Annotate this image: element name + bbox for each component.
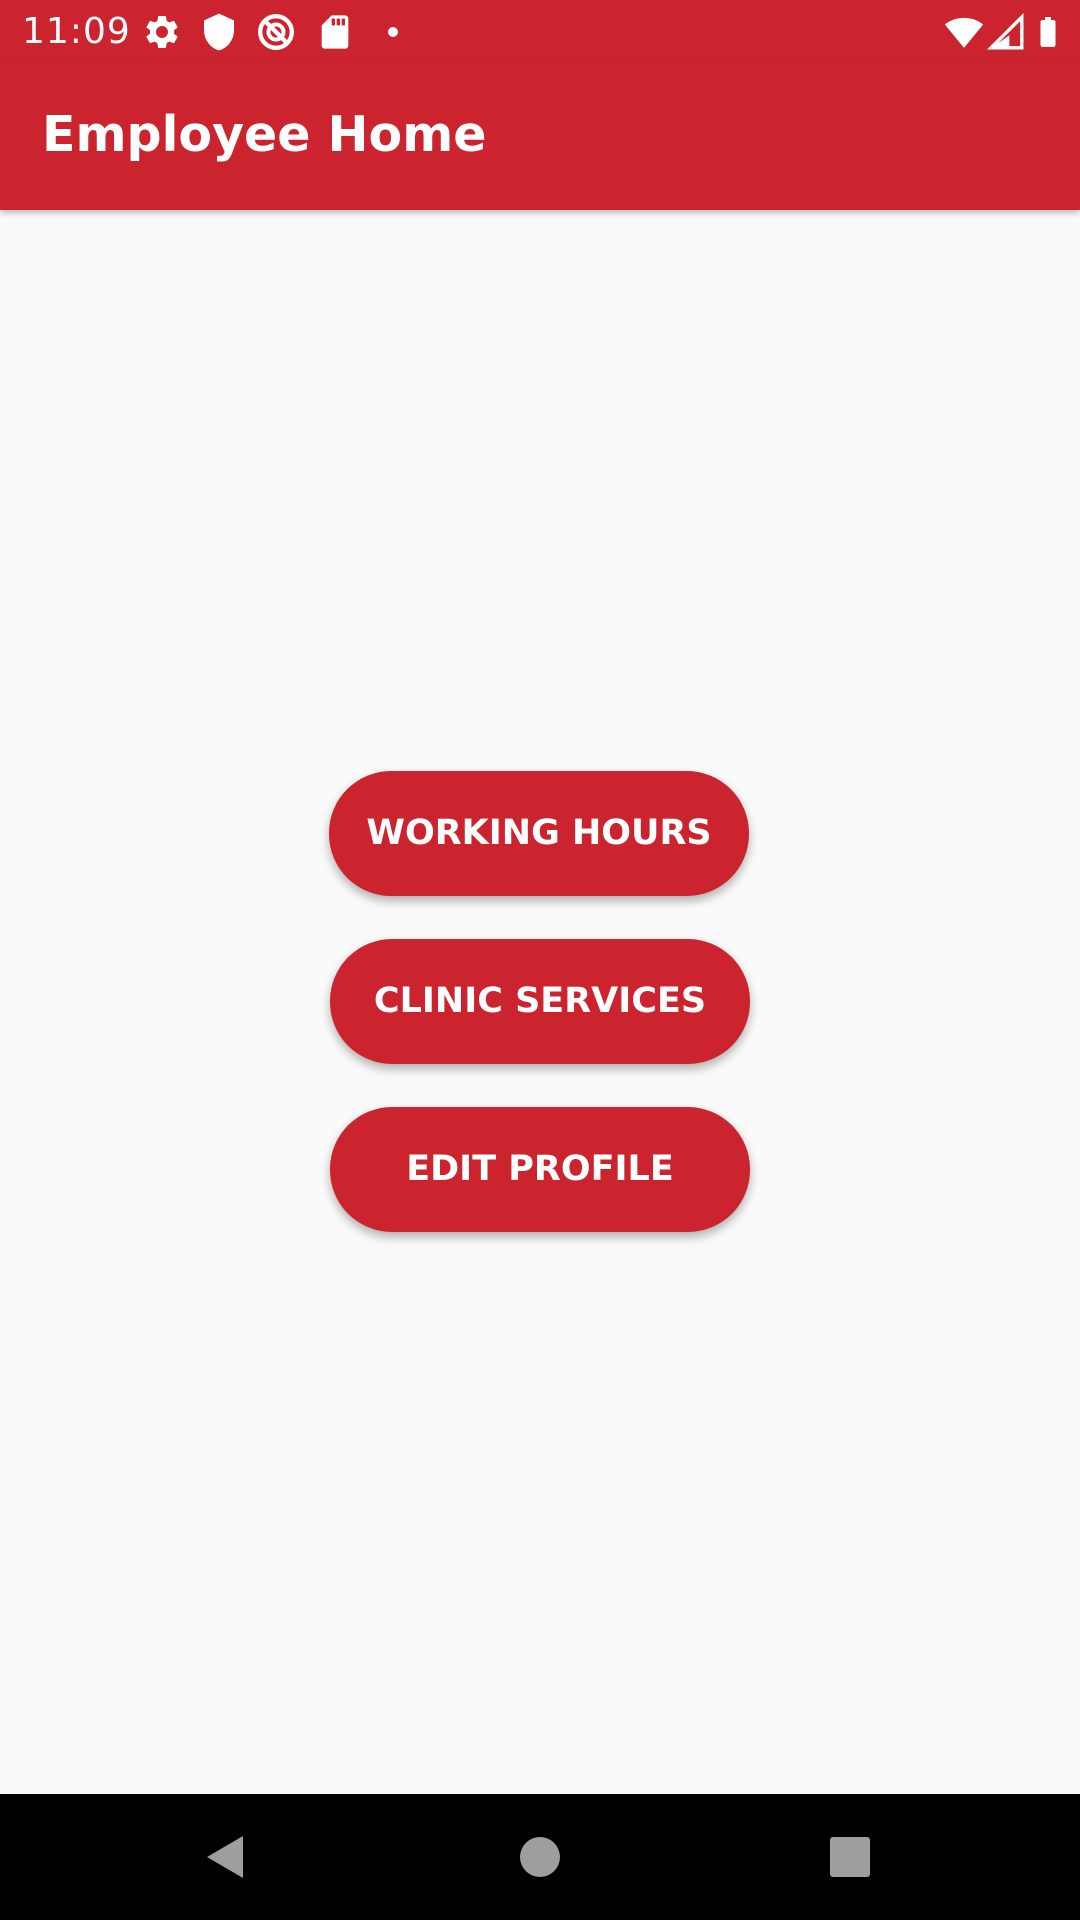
app-bar: Employee Home xyxy=(0,63,1080,210)
edit-profile-button[interactable]: EDIT PROFILE xyxy=(330,1107,750,1232)
page-title: Employee Home xyxy=(42,106,487,163)
status-time: 11:09 xyxy=(22,11,131,52)
dot-icon xyxy=(373,12,413,52)
cell-signal-icon xyxy=(986,12,1026,52)
recents-icon[interactable] xyxy=(817,1824,883,1890)
working-hours-button[interactable]: WORKING HOURS xyxy=(329,771,749,896)
blocked-signal-icon xyxy=(256,12,296,52)
battery-icon xyxy=(1030,12,1070,52)
main-content: WORKING HOURS CLINIC SERVICES EDIT PROFI… xyxy=(0,210,1080,1794)
navigation-bar xyxy=(0,1794,1080,1920)
gear-icon xyxy=(142,12,182,52)
wifi-icon xyxy=(943,12,984,52)
home-icon[interactable] xyxy=(507,1824,573,1890)
back-icon[interactable] xyxy=(193,1824,259,1890)
status-bar: 11:09 xyxy=(0,0,1080,63)
shield-icon xyxy=(199,12,239,52)
sd-card-icon xyxy=(315,12,355,52)
clinic-services-button[interactable]: CLINIC SERVICES xyxy=(330,939,750,1064)
